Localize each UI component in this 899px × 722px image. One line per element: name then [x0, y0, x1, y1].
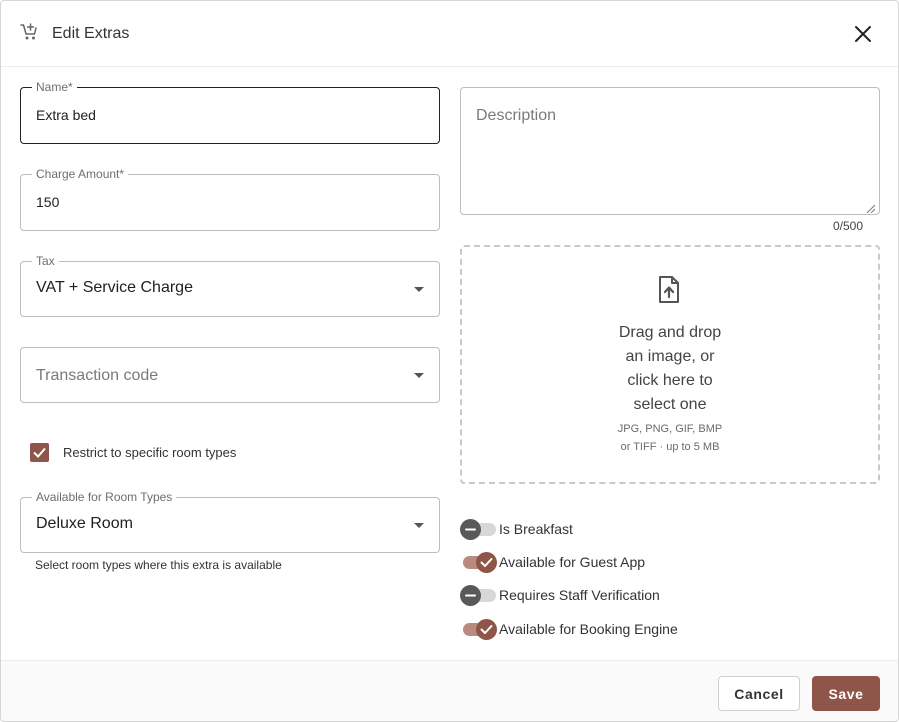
file-upload-icon	[657, 275, 681, 305]
name-field[interactable]: Name* Extra bed	[20, 80, 440, 144]
restrict-room-types-label: Restrict to specific room types	[63, 445, 237, 460]
image-dropzone[interactable]: Drag and drop an image, or click here to…	[460, 245, 880, 484]
charge-amount-value: 150	[36, 194, 60, 210]
dropzone-line: select one	[633, 396, 707, 413]
transaction-code-placeholder: Transaction code	[36, 367, 159, 384]
check-icon	[476, 619, 497, 640]
charge-amount-field[interactable]: Charge Amount* 150	[20, 167, 440, 231]
staff-verification-label: Requires Staff Verification	[499, 587, 660, 603]
name-value: Extra bed	[36, 107, 96, 123]
guest-app-label: Available for Guest App	[499, 554, 646, 570]
dialog-title: Edit Extras	[52, 25, 130, 42]
chevron-down-icon	[414, 373, 424, 378]
toggle-guest-app: Available for Guest App	[460, 551, 880, 575]
dropzone-line: Drag and drop	[618, 324, 722, 341]
minus-icon	[460, 585, 481, 606]
dropzone-line: click here to	[627, 372, 713, 389]
check-icon	[476, 552, 497, 573]
minus-icon	[460, 519, 481, 540]
dialog-header: Edit Extras	[1, 1, 898, 67]
dropzone-hint: or TIFF · up to 5 MB	[620, 441, 720, 453]
room-types-select[interactable]: Available for Room Types Deluxe Room	[20, 490, 440, 553]
dropzone-line: an image, or	[625, 348, 715, 365]
edit-extras-dialog: Edit Extras Name* Extra bed Charge Amoun…	[0, 0, 899, 722]
description-placeholder: Description	[476, 107, 557, 124]
dialog-footer: Cancel Save	[1, 660, 898, 721]
cart-plus-icon	[19, 22, 39, 42]
dropzone-hint: JPG, PNG, GIF, BMP	[617, 423, 723, 435]
name-label: Name*	[32, 80, 77, 94]
room-types-helper: Select room types where this extra is av…	[35, 558, 282, 572]
close-icon[interactable]	[851, 22, 875, 46]
tax-value: VAT + Service Charge	[36, 279, 193, 296]
room-types-value: Deluxe Room	[36, 515, 133, 532]
charge-amount-label: Charge Amount*	[32, 167, 129, 181]
check-icon	[33, 447, 46, 458]
booking-engine-switch[interactable]	[460, 618, 500, 642]
chevron-down-icon	[414, 287, 424, 292]
transaction-code-select[interactable]: Transaction code	[20, 347, 440, 403]
guest-app-switch[interactable]	[460, 551, 500, 575]
booking-engine-label: Available for Booking Engine	[499, 621, 678, 637]
is-breakfast-label: Is Breakfast	[499, 521, 573, 537]
chevron-down-icon	[414, 523, 424, 528]
toggle-booking-engine: Available for Booking Engine	[460, 618, 880, 642]
dropzone-text: Drag and drop an image, or click here to…	[462, 321, 878, 417]
is-breakfast-switch[interactable]	[460, 518, 500, 542]
toggle-is-breakfast: Is Breakfast	[460, 518, 880, 542]
tax-select[interactable]: Tax VAT + Service Charge	[20, 254, 440, 317]
toggle-staff-verification: Requires Staff Verification	[460, 584, 880, 608]
cancel-button[interactable]: Cancel	[718, 676, 800, 711]
staff-verification-switch[interactable]	[460, 584, 500, 608]
description-counter: 0/500	[832, 219, 863, 233]
room-types-label: Available for Room Types	[32, 490, 177, 504]
resize-handle-icon[interactable]	[865, 200, 876, 214]
restrict-room-types-checkbox[interactable]	[30, 443, 49, 462]
tax-label: Tax	[32, 254, 59, 268]
save-button[interactable]: Save	[812, 676, 880, 711]
description-textarea[interactable]: Description	[460, 87, 880, 215]
